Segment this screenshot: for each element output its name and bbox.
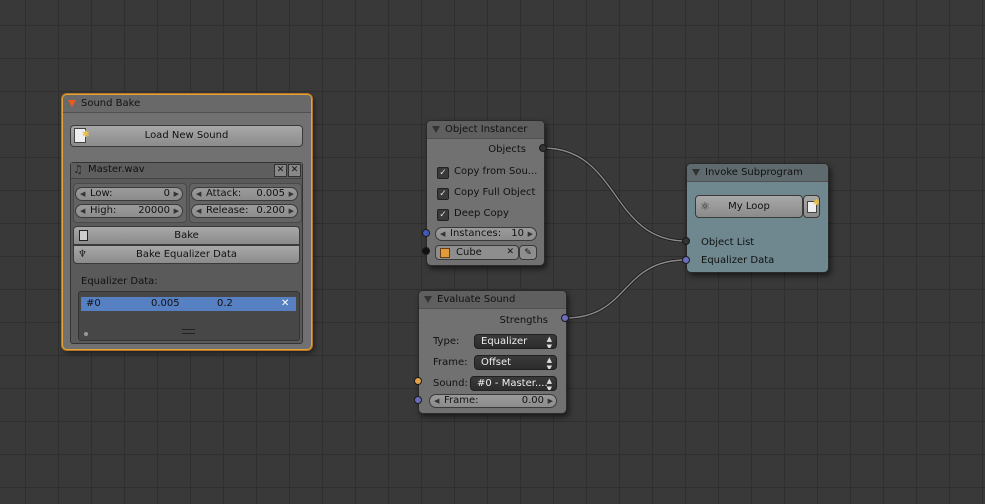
increment-arrow-icon[interactable]: ▶ (548, 395, 553, 407)
increment-arrow-icon[interactable]: ▶ (289, 188, 294, 200)
row-index: #0 (86, 298, 101, 309)
object-instancer-header[interactable]: Object Instancer (427, 121, 544, 139)
frame-input-socket[interactable] (414, 396, 422, 404)
object-list-input-label: Object List (701, 237, 755, 248)
evaluate-sound-header[interactable]: Evaluate Sound (419, 291, 566, 309)
increment-arrow-icon[interactable]: ▶ (528, 228, 533, 240)
increment-arrow-icon[interactable]: ▶ (174, 188, 179, 200)
plus-star-icon: ✱ (813, 198, 820, 207)
node-title: Object Instancer (445, 124, 528, 135)
release-field[interactable]: ◀ Release: 0.200 ▶ (191, 204, 298, 218)
invoke-subprogram-header[interactable]: Invoke Subprogram (687, 164, 828, 182)
decrement-arrow-icon[interactable]: ◀ (80, 205, 85, 217)
increment-arrow-icon[interactable]: ▶ (289, 205, 294, 217)
clear-object-icon[interactable]: ✕ (506, 246, 514, 259)
new-subprogram-button[interactable]: ✱ (803, 195, 820, 218)
atom-icon: ⚛ (700, 200, 710, 213)
subprogram-selector[interactable]: ⚛ My Loop (695, 195, 803, 218)
cube-icon (440, 248, 450, 258)
type-label: Type: (433, 336, 460, 347)
sound-bake-header[interactable]: Sound Bake (63, 95, 311, 113)
deep-copy-label: Deep Copy (454, 208, 509, 219)
attack-field[interactable]: ◀ Attack: 0.005 ▶ (191, 187, 298, 201)
objects-output-socket[interactable] (539, 144, 547, 152)
frame-type-dropdown[interactable]: Offset ▲ ▼ (474, 355, 557, 370)
collapse-triangle-icon[interactable] (424, 296, 432, 303)
sound-label: Sound: (433, 378, 468, 389)
file-row: ♫ Master.wav ✕ ✕ (71, 163, 302, 179)
row-attack: 0.005 (151, 298, 180, 309)
invoke-subprogram-node[interactable]: Invoke Subprogram ⚛ My Loop ✱ Object Lis… (686, 163, 829, 273)
equalizer-icon: ♆ (78, 249, 87, 260)
dropdown-arrows-icon: ▲ ▼ (546, 335, 552, 349)
evaluate-sound-node[interactable]: Evaluate Sound Strengths Type: Equalizer… (418, 290, 567, 414)
decrement-arrow-icon[interactable]: ◀ (196, 188, 201, 200)
object-list-input-socket[interactable] (682, 237, 690, 245)
list-dot-icon (84, 332, 88, 336)
collapse-triangle-icon[interactable] (432, 126, 440, 133)
decrement-arrow-icon[interactable]: ◀ (440, 228, 445, 240)
remove-row-icon[interactable]: ✕ (281, 297, 289, 311)
strengths-output-label: Strengths (499, 315, 548, 326)
frame-type-label: Frame: (433, 357, 468, 368)
decrement-arrow-icon[interactable]: ◀ (434, 395, 439, 407)
copy-full-object-label: Copy Full Object (454, 187, 536, 198)
type-dropdown[interactable]: Equalizer ▲ ▼ (474, 334, 557, 349)
collapse-triangle-icon[interactable] (692, 169, 700, 176)
frame-field[interactable]: ◀ Frame: 0.00 ▶ (429, 394, 557, 408)
row-release: 0.2 (217, 298, 233, 309)
node-title: Sound Bake (81, 98, 141, 109)
object-selector[interactable]: Cube ✕ (435, 245, 519, 260)
resize-grip-icon[interactable] (182, 329, 195, 334)
node-title: Evaluate Sound (437, 294, 516, 305)
sound-bake-node[interactable]: Sound Bake ✱ Load New Sound ♫ Master.wav… (62, 94, 312, 350)
decrement-arrow-icon[interactable]: ◀ (196, 205, 201, 217)
object-input-socket[interactable] (422, 247, 430, 255)
equalizer-data-input-label: Equalizer Data (701, 255, 775, 266)
plus-star-icon: ✱ (82, 130, 90, 140)
bake-button[interactable]: Bake (73, 226, 300, 245)
sound-file-name: Master.wav (88, 164, 145, 175)
music-note-icon: ♫ (73, 163, 83, 176)
increment-arrow-icon[interactable]: ▶ (174, 205, 179, 217)
copy-full-object-checkbox[interactable]: ✓ (437, 188, 449, 200)
bake-icon (79, 230, 88, 241)
equalizer-list-row[interactable]: #0 0.005 0.2 ✕ (81, 297, 296, 311)
low-field[interactable]: ◀ Low: 0 ▶ (75, 187, 183, 201)
dropdown-arrows-icon: ▲ ▼ (546, 377, 552, 391)
collapse-triangle-icon[interactable] (68, 100, 76, 107)
objects-output-label: Objects (488, 144, 526, 155)
node-title: Invoke Subprogram (705, 167, 803, 178)
eyedropper-icon: ✎ (524, 248, 532, 258)
sound-input-socket[interactable] (414, 377, 422, 385)
bake-equalizer-button[interactable]: ♆ Bake Equalizer Data (73, 245, 300, 264)
copy-from-source-label: Copy from Sou... (454, 166, 538, 177)
unlink-icon[interactable]: ✕ (274, 164, 287, 177)
decrement-arrow-icon[interactable]: ◀ (80, 188, 85, 200)
deep-copy-checkbox[interactable]: ✓ (437, 209, 449, 221)
close-icon[interactable]: ✕ (288, 164, 301, 177)
instances-field[interactable]: ◀ Instances: 10 ▶ (435, 227, 537, 241)
equalizer-data-input-socket[interactable] (682, 256, 690, 264)
copy-from-source-checkbox[interactable]: ✓ (437, 167, 449, 179)
high-field[interactable]: ◀ High: 20000 ▶ (75, 204, 183, 218)
sound-dropdown[interactable]: #0 - Master.... ▲ ▼ (470, 376, 557, 391)
load-new-sound-button[interactable]: ✱ Load New Sound (70, 125, 303, 147)
eyedropper-button[interactable]: ✎ (519, 245, 537, 260)
object-instancer-node[interactable]: Object Instancer Objects ✓ Copy from Sou… (426, 120, 545, 266)
equalizer-data-label: Equalizer Data: (81, 276, 158, 287)
object-instancer-input-socket[interactable] (422, 229, 430, 237)
dropdown-arrows-icon: ▲ ▼ (546, 356, 552, 370)
strengths-output-socket[interactable] (561, 314, 569, 322)
